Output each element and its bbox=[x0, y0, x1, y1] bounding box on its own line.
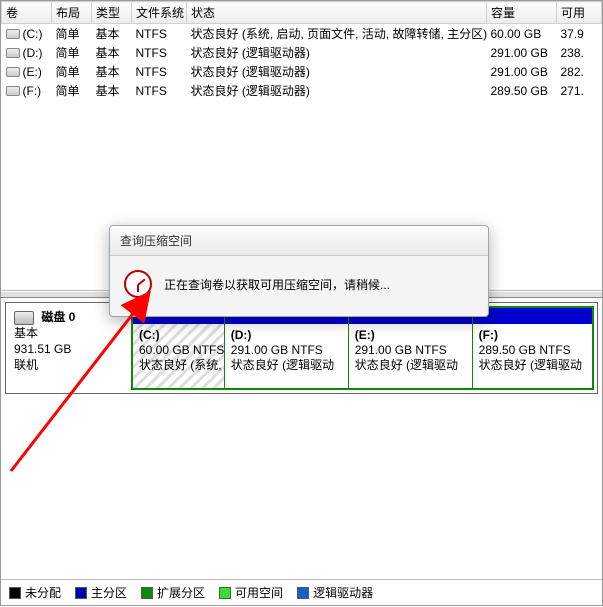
legend-unallocated: 未分配 bbox=[9, 584, 61, 601]
swatch-extended bbox=[141, 587, 153, 599]
vol-cap: 291.00 GB bbox=[487, 43, 557, 62]
legend-primary: 主分区 bbox=[75, 584, 127, 601]
swatch-primary bbox=[75, 587, 87, 599]
legend-logical: 逻辑驱动器 bbox=[297, 584, 373, 601]
vol-status: 状态良好 (逻辑驱动器) bbox=[187, 43, 487, 62]
vol-free: 282. bbox=[557, 62, 602, 81]
volume-icon bbox=[6, 48, 20, 58]
partition-size: 60.00 GB NTFS bbox=[139, 343, 224, 357]
vol-status: 状态良好 (逻辑驱动器) bbox=[187, 81, 487, 100]
col-free[interactable]: 可用 bbox=[557, 2, 602, 24]
partition-letter: (D:) bbox=[231, 328, 252, 342]
vol-fs: NTFS bbox=[132, 81, 187, 100]
vol-cap: 289.50 GB bbox=[487, 81, 557, 100]
swatch-unallocated bbox=[9, 587, 21, 599]
legend-extended: 扩展分区 bbox=[141, 584, 205, 601]
table-row[interactable]: (F:) 简单基本NTFS状态良好 (逻辑驱动器)289.50 GB271. bbox=[2, 81, 602, 100]
partition-status: 状态良好 (系统, 启 bbox=[139, 358, 224, 372]
volume-icon bbox=[6, 67, 20, 77]
partition-status: 状态良好 (逻辑驱动 bbox=[231, 358, 334, 372]
vol-type: 基本 bbox=[92, 81, 132, 100]
partition-size: 291.00 GB NTFS bbox=[355, 343, 447, 357]
vol-status: 状态良好 (逻辑驱动器) bbox=[187, 62, 487, 81]
querying-shrink-dialog: 查询压缩空间 正在查询卷以获取可用压缩空间，请稍候... bbox=[109, 225, 489, 317]
col-capacity[interactable]: 容量 bbox=[487, 2, 557, 24]
table-row[interactable]: (E:) 简单基本NTFS状态良好 (逻辑驱动器)291.00 GB282. bbox=[2, 62, 602, 81]
volume-icon bbox=[6, 29, 20, 39]
vol-layout: 简单 bbox=[52, 81, 92, 100]
vol-status: 状态良好 (系统, 启动, 页面文件, 活动, 故障转储, 主分区) bbox=[187, 24, 487, 44]
disk-size: 931.51 GB bbox=[14, 342, 71, 356]
volume-icon bbox=[6, 86, 20, 96]
partition-letter: (F:) bbox=[479, 328, 498, 342]
clock-icon bbox=[124, 270, 152, 298]
vol-type: 基本 bbox=[92, 62, 132, 81]
col-volume[interactable]: 卷 bbox=[2, 2, 52, 24]
col-fs[interactable]: 文件系统 bbox=[132, 2, 187, 24]
vol-free: 271. bbox=[557, 81, 602, 100]
table-row[interactable]: (D:) 简单基本NTFS状态良好 (逻辑驱动器)291.00 GB238. bbox=[2, 43, 602, 62]
vol-type: 基本 bbox=[92, 43, 132, 62]
partition-status: 状态良好 (逻辑驱动 bbox=[479, 358, 582, 372]
col-status[interactable]: 状态 bbox=[187, 2, 487, 24]
vol-free: 37.9 bbox=[557, 24, 602, 44]
vol-layout: 简单 bbox=[52, 62, 92, 81]
partition-F[interactable]: (F:)289.50 GB NTFS状态良好 (逻辑驱动 bbox=[473, 308, 592, 388]
partition-E[interactable]: (E:)291.00 GB NTFS状态良好 (逻辑驱动 bbox=[349, 308, 473, 388]
vol-fs: NTFS bbox=[132, 43, 187, 62]
vol-fs: NTFS bbox=[132, 24, 187, 44]
partition-strip: (C:)60.00 GB NTFS状态良好 (系统, 启(D:)291.00 G… bbox=[131, 306, 594, 390]
swatch-logical bbox=[297, 587, 309, 599]
partition-status: 状态良好 (逻辑驱动 bbox=[355, 358, 458, 372]
vol-layout: 简单 bbox=[52, 43, 92, 62]
partition-D[interactable]: (D:)291.00 GB NTFS状态良好 (逻辑驱动 bbox=[225, 308, 349, 388]
col-layout[interactable]: 布局 bbox=[52, 2, 92, 24]
disk-state: 联机 bbox=[14, 358, 38, 372]
vol-name: (C:) bbox=[23, 27, 43, 41]
partition-C[interactable]: (C:)60.00 GB NTFS状态良好 (系统, 启 bbox=[133, 308, 225, 388]
partition-size: 289.50 GB NTFS bbox=[479, 343, 571, 357]
vol-name: (D:) bbox=[23, 46, 43, 60]
partition-size: 291.00 GB NTFS bbox=[231, 343, 323, 357]
disk-label: 磁盘 0 bbox=[41, 310, 75, 324]
vol-cap: 291.00 GB bbox=[487, 62, 557, 81]
partition-header bbox=[473, 308, 592, 324]
disk-icon bbox=[14, 311, 34, 325]
legend: 未分配 主分区 扩展分区 可用空间 逻辑驱动器 bbox=[1, 579, 602, 605]
partition-letter: (E:) bbox=[355, 328, 375, 342]
legend-free: 可用空间 bbox=[219, 584, 283, 601]
col-type[interactable]: 类型 bbox=[92, 2, 132, 24]
table-row[interactable]: (C:) 简单基本NTFS状态良好 (系统, 启动, 页面文件, 活动, 故障转储… bbox=[2, 24, 602, 44]
vol-layout: 简单 bbox=[52, 24, 92, 44]
vol-free: 238. bbox=[557, 43, 602, 62]
vol-fs: NTFS bbox=[132, 62, 187, 81]
vol-name: (F:) bbox=[23, 84, 42, 98]
partition-letter: (C:) bbox=[139, 328, 160, 342]
volume-table: 卷 布局 类型 文件系统 状态 容量 可用 (C:)简单基本NTFS状态良好 (… bbox=[1, 1, 602, 100]
vol-name: (E:) bbox=[23, 65, 42, 79]
dialog-title: 查询压缩空间 bbox=[110, 226, 488, 256]
disk-type: 基本 bbox=[14, 326, 38, 340]
swatch-free bbox=[219, 587, 231, 599]
dialog-message: 正在查询卷以获取可用压缩空间，请稍候... bbox=[164, 276, 390, 293]
vol-cap: 60.00 GB bbox=[487, 24, 557, 44]
vol-type: 基本 bbox=[92, 24, 132, 44]
